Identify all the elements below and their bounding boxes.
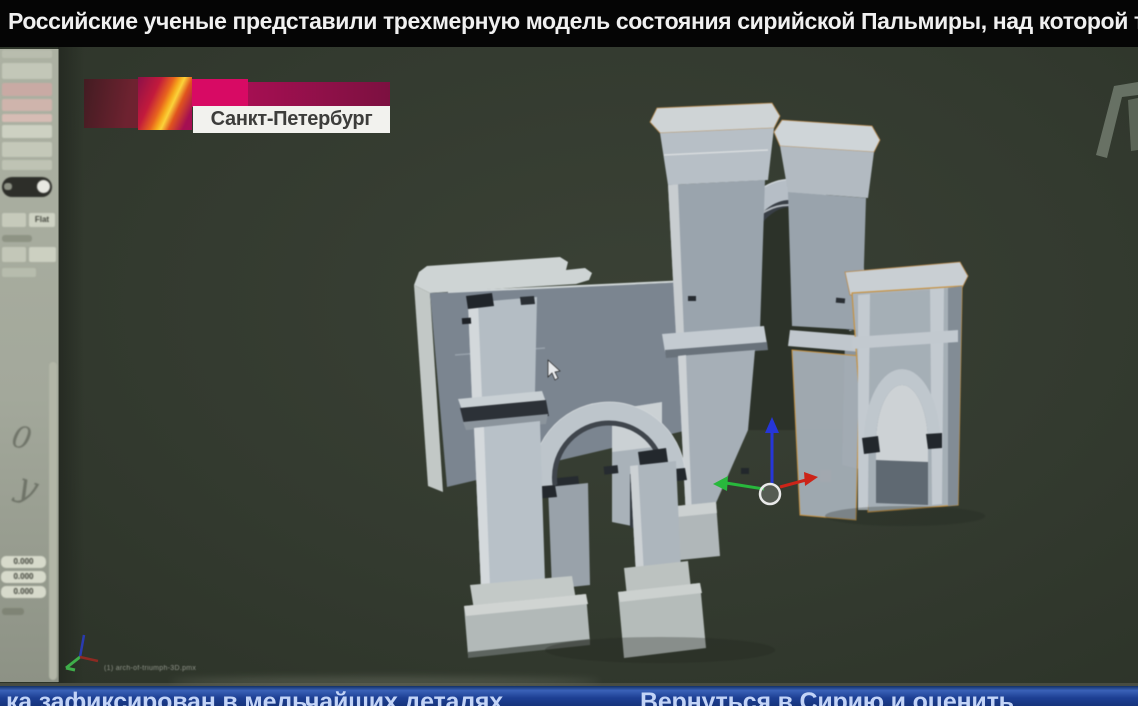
gizmo-z-arrowhead[interactable]: [765, 417, 779, 433]
logo-gradient-maroon: [84, 79, 138, 128]
panel-toggle-active[interactable]: [2, 83, 52, 96]
screen-marking: y: [11, 464, 44, 510]
mini-axis-z: [78, 634, 86, 658]
panel-button[interactable]: [2, 247, 26, 262]
panel-toggle-active[interactable]: [2, 114, 52, 122]
monitor-photo: Flat 0 y 0.000 0.000 0.000 Санкт-Петербу…: [0, 47, 1138, 686]
slider-nub: [4, 183, 12, 190]
logo-gradient-bar: [248, 82, 390, 107]
gizmo-y-axis[interactable]: [725, 481, 765, 491]
transform-y-field[interactable]: 0.000: [1, 571, 46, 583]
niche-pylon[interactable]: [844, 261, 969, 513]
panel-toggle-active[interactable]: [2, 99, 52, 111]
panel-button[interactable]: [2, 268, 36, 277]
panel-label: [2, 608, 24, 615]
panel-button[interactable]: [2, 63, 52, 79]
panel-button[interactable]: [2, 125, 52, 138]
transform-x-field[interactable]: 0.000: [1, 556, 46, 568]
tool-panel: Flat 0 y 0.000 0.000 0.000: [0, 49, 59, 682]
screen-reflection: [170, 677, 600, 686]
panel-slider[interactable]: [2, 177, 52, 197]
gizmo-center-ring[interactable]: [758, 482, 782, 506]
mini-axis-x: [79, 655, 99, 663]
panel-scrollbar[interactable]: [49, 362, 57, 680]
news-ticker-bottom: ка зафиксирован в мельчайших деталях... …: [0, 686, 1138, 706]
tool-panel-content: Flat 0 y 0.000 0.000 0.000: [0, 49, 58, 682]
gizmo-x-axis[interactable]: [779, 478, 807, 489]
panel-button[interactable]: [29, 247, 56, 262]
translate-gizmo[interactable]: [710, 415, 820, 550]
mini-axis-y: [65, 655, 81, 670]
palmyra-arch-3d-model[interactable]: [375, 75, 995, 675]
logo-gradient-magenta: [192, 79, 248, 107]
gizmo-y-arrowhead[interactable]: [713, 476, 728, 491]
viewport-axis-indicator: [65, 634, 99, 672]
mini-axis-y-foot: [65, 666, 76, 672]
shading-flat-button[interactable]: Flat: [29, 213, 55, 227]
panel-label: [2, 235, 32, 242]
panel-button[interactable]: [2, 160, 52, 170]
channel-name-label: Санкт-Петербург: [193, 106, 390, 133]
ground-shadow: [825, 506, 985, 526]
shading-smooth-button[interactable]: [2, 213, 26, 227]
gizmo-x-arrowhead[interactable]: [804, 472, 818, 486]
viewport-shade: [58, 47, 84, 683]
panel-button[interactable]: [2, 50, 52, 58]
panel-button[interactable]: [2, 142, 52, 157]
headline-text: Российские ученые представили трехмерную…: [8, 8, 1138, 34]
viewport-status-text: (1) arch-of-triumph-3D.pmx: [104, 665, 197, 672]
ticker-text-right: Вернуться в Сирию и оценить: [640, 688, 1014, 706]
channel-logo: Санкт-Петербург: [84, 77, 394, 182]
tv-watermark-icon: [1096, 82, 1138, 158]
logo-gradient-flame: [138, 77, 192, 130]
ground-shadow: [545, 637, 775, 663]
ticker-text-left: ка зафиксирован в мельчайших деталях...: [6, 688, 524, 706]
tv-news-frame: Российские ученые представили трехмерную…: [0, 0, 1138, 706]
news-ticker-top: Российские ученые представили трехмерную…: [0, 0, 1138, 47]
slider-knob[interactable]: [37, 180, 50, 193]
screen-marking: 0: [8, 419, 35, 458]
transform-z-field[interactable]: 0.000: [1, 586, 46, 598]
